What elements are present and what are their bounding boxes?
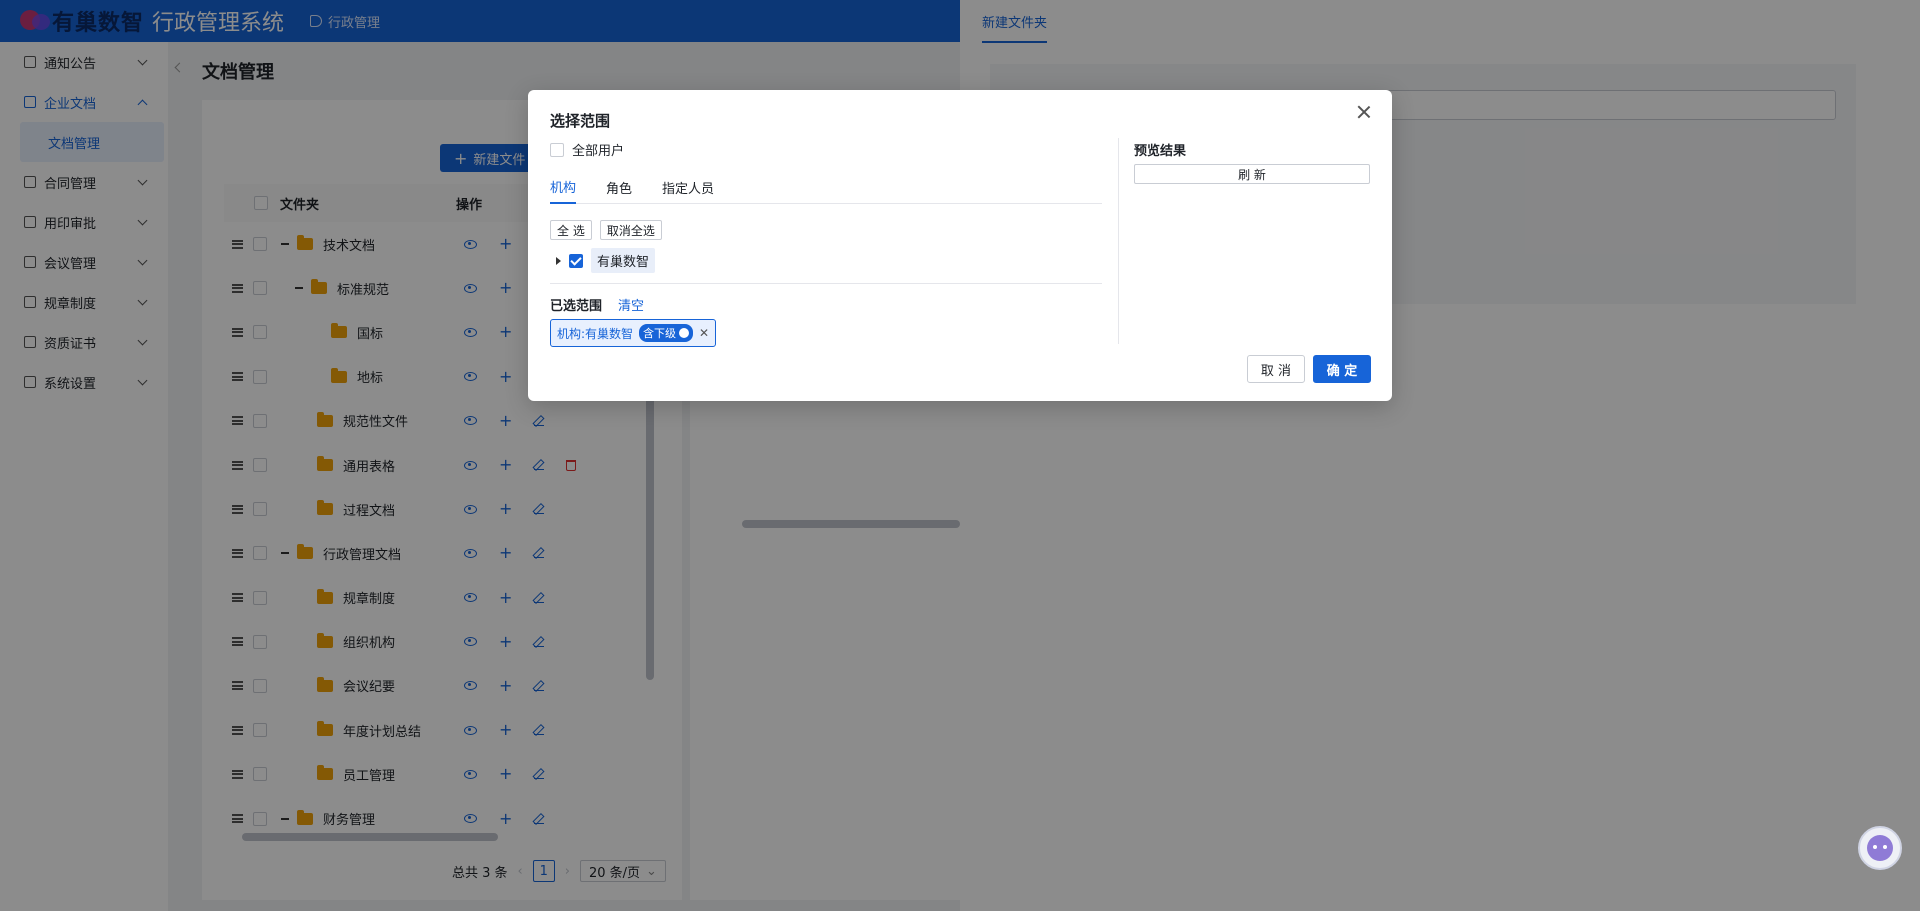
select-all-button[interactable]: 全 选 [550,220,592,240]
tab-organization[interactable]: 机构 [550,170,577,204]
include-sub-toggle[interactable]: 含下级 [639,324,694,342]
org-tree-node[interactable]: 有巢数智 [556,248,656,273]
scope-tag-text: 机构:有巢数智 [557,326,634,341]
selection-buttons: 全 选 取消全选 [550,220,662,240]
preview-title: 预览结果 [1134,144,1187,159]
toggle-knob [679,328,690,338]
caret-right-icon[interactable] [556,256,561,265]
close-icon[interactable]: ✕ [699,326,709,340]
assistant-avatar-icon [1867,835,1893,861]
selected-scope-label: 已选范围 [550,299,603,314]
confirm-button[interactable]: 确 定 [1313,355,1371,383]
refresh-button[interactable]: 刷 新 [1134,164,1370,184]
tab-role[interactable]: 角色 [606,170,632,204]
all-users-label: 全部用户 [572,144,625,159]
divider [550,283,1102,284]
org-node-label[interactable]: 有巢数智 [591,248,656,273]
clear-selection-link[interactable]: 清空 [618,295,644,314]
include-sub-label: 含下级 [643,327,677,340]
dialog-title: 选择范围 [550,112,611,130]
close-icon[interactable] [1357,105,1371,119]
all-users-checkbox[interactable] [550,142,564,157]
select-scope-dialog: 选择范围 全部用户 机构 角色 指定人员 全 选 取消全选 有巢数智 已选范围 … [528,90,1392,401]
all-users-option[interactable]: 全部用户 [550,140,624,159]
divider [1118,138,1119,344]
deselect-all-button[interactable]: 取消全选 [599,220,662,240]
scope-tabs: 机构 角色 指定人员 [550,170,1102,204]
assistant-button[interactable] [1858,826,1902,870]
tab-specific-users[interactable]: 指定人员 [662,170,714,204]
selected-scope-header: 已选范围 清空 [550,295,644,314]
selected-scope-tag: 机构:有巢数智 含下级 ✕ [550,319,717,347]
cancel-button[interactable]: 取 消 [1247,355,1305,383]
org-node-checkbox[interactable] [569,253,583,268]
